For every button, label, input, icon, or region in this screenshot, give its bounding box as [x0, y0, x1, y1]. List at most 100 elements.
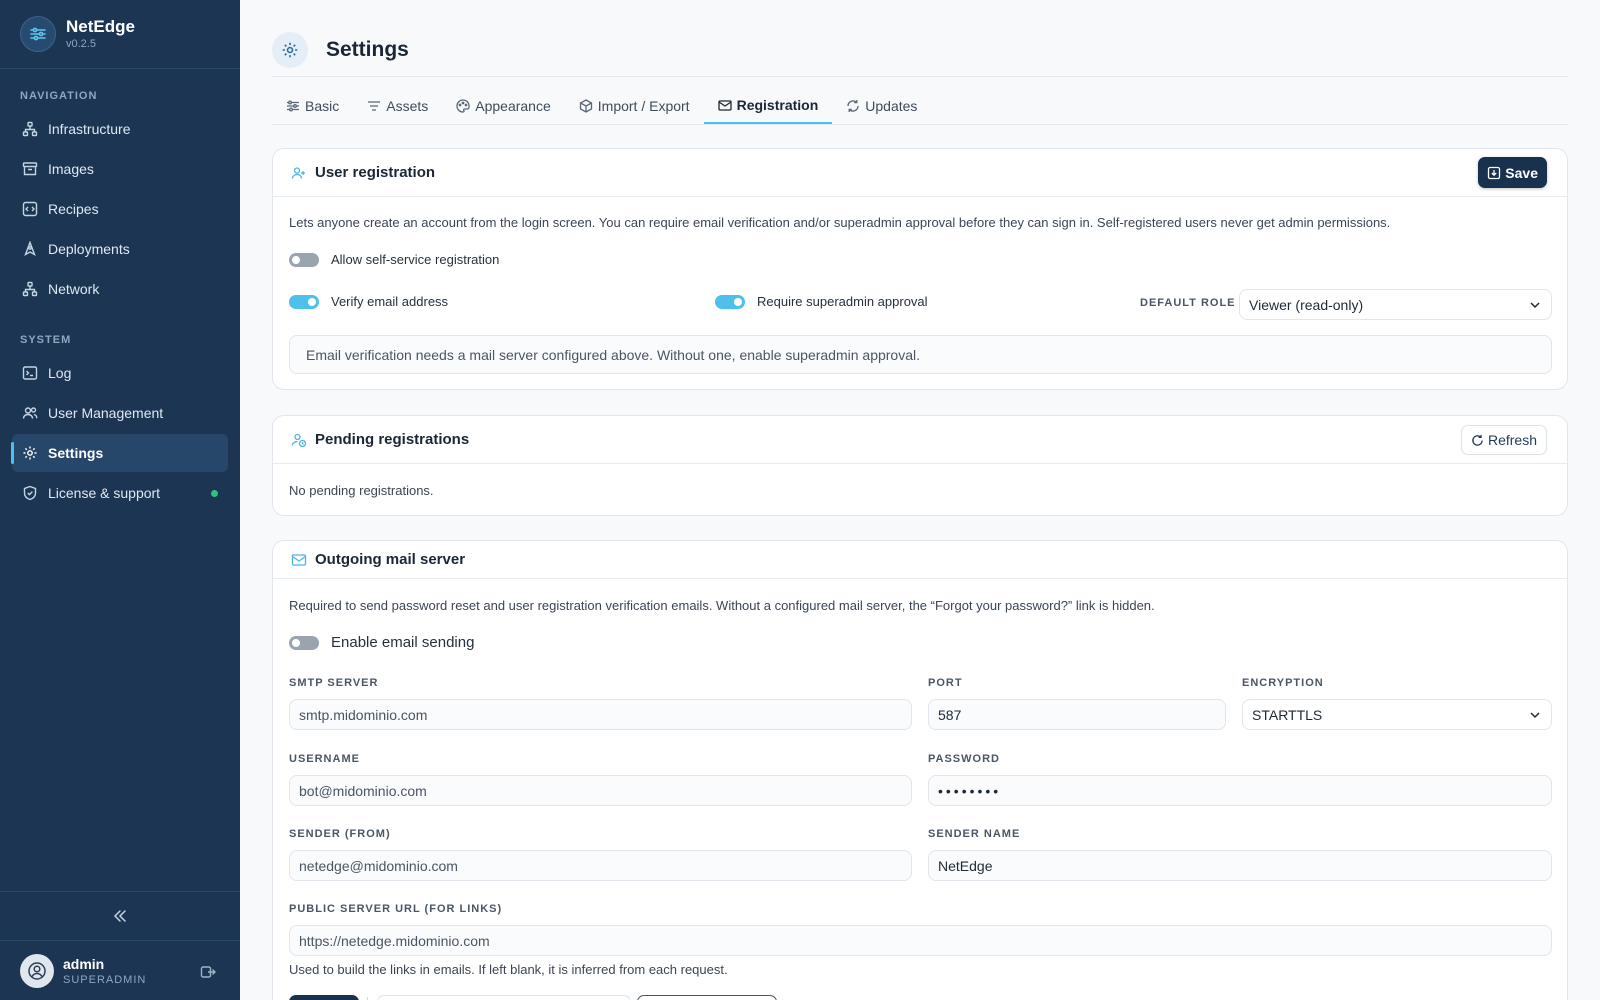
card-title: User registration: [315, 164, 436, 181]
terminal-icon: [22, 366, 38, 380]
refresh-button-label: Refresh: [1487, 432, 1537, 448]
sidebar-item-images[interactable]: Images: [12, 150, 228, 188]
encryption-select[interactable]: STARTTLS: [1242, 699, 1552, 730]
tab-assets[interactable]: Assets: [353, 88, 442, 124]
sidebar-item-deployments[interactable]: Deployments: [12, 230, 228, 268]
package-icon: [579, 99, 592, 113]
archive-icon: [22, 162, 38, 176]
sidebar-item-network[interactable]: Network: [12, 270, 228, 308]
sidebar-item-recipes[interactable]: Recipes: [12, 190, 228, 228]
sender-from-input[interactable]: netedge@midominio.com: [289, 850, 912, 881]
tab-registration[interactable]: Registration: [703, 88, 833, 124]
username-input[interactable]: bot@midominio.com: [289, 775, 912, 806]
tab-appearance[interactable]: Appearance: [442, 88, 565, 124]
settings-gear-icon: [272, 32, 308, 68]
mail-save-button[interactable]: [289, 995, 359, 1000]
sidebar-item-log[interactable]: Log: [12, 354, 228, 392]
user-icon: [28, 962, 46, 980]
sender-name-input[interactable]: NetEdge: [928, 850, 1552, 881]
save-button-label: Save: [1505, 164, 1538, 181]
default-role-select[interactable]: Viewer (read-only): [1239, 289, 1552, 320]
mail-description: Required to send password reset and user…: [289, 598, 1155, 613]
sidebar: NetEdge v0.2.5 NAVIGATION Infrastructure…: [0, 0, 240, 1000]
port-label: PORT: [928, 677, 963, 689]
mail-icon: [291, 553, 307, 566]
netedge-logo-icon: [20, 16, 56, 52]
superadmin-approval-row: Require superadmin approval: [715, 294, 928, 309]
sidebar-item-label: Deployments: [48, 241, 130, 257]
avatar: [20, 954, 54, 988]
tab-import-export[interactable]: Import / Export: [565, 88, 704, 124]
username-label: USERNAME: [289, 753, 360, 765]
sender-name-label: SENDER NAME: [928, 828, 1021, 840]
verify-email-row: Verify email address: [289, 294, 448, 309]
save-button[interactable]: Save: [1478, 157, 1547, 188]
tab-basic[interactable]: Basic: [272, 88, 353, 124]
smtp-server-label: SMTP SERVER: [289, 677, 379, 689]
sidebar-item-infrastructure[interactable]: Infrastructure: [12, 110, 228, 148]
registration-description: Lets anyone create an account from the l…: [289, 215, 1391, 230]
logout-button[interactable]: [200, 964, 216, 985]
status-online-dot: [211, 490, 218, 497]
tab-updates[interactable]: Updates: [832, 88, 931, 124]
pending-registrations-card: Pending registrations Refresh No pending…: [272, 415, 1568, 516]
default-role-label: DEFAULT ROLE: [1140, 297, 1236, 309]
public-url-help: Used to build the links in emails. If le…: [289, 962, 728, 977]
user-role: SUPERADMIN: [63, 974, 147, 986]
shield-icon: [23, 485, 37, 501]
header-divider: [272, 76, 1568, 77]
chevrons-left-icon: [113, 910, 126, 922]
users-icon: [22, 407, 38, 419]
tab-label: Import / Export: [597, 98, 690, 114]
nav-list-system: Log User Management Settings License & s…: [0, 352, 240, 514]
tab-label: Registration: [736, 97, 819, 113]
default-role-value: Viewer (read-only): [1249, 296, 1364, 313]
verify-email-toggle[interactable]: [289, 294, 319, 309]
mail-server-card: Outgoing mail server Required to send pa…: [272, 540, 1568, 1000]
tab-label: Basic: [305, 98, 340, 114]
allow-registration-row: Allow self-service registration: [289, 252, 499, 267]
superadmin-approval-label: Require superadmin approval: [757, 294, 928, 309]
sidebar-item-license-support[interactable]: License & support: [12, 474, 228, 512]
allow-registration-label: Allow self-service registration: [331, 252, 500, 267]
password-label: PASSWORD: [928, 753, 1000, 765]
refresh-icon: [1472, 434, 1483, 446]
sidebar-item-user-management[interactable]: User Management: [12, 394, 228, 432]
tab-label: Appearance: [475, 98, 551, 114]
tab-label: Assets: [386, 98, 429, 114]
sidebar-item-label: Log: [48, 365, 72, 381]
network-icon: [22, 281, 38, 297]
test-email-input[interactable]: [377, 995, 631, 1000]
sidebar-item-label: Images: [48, 161, 94, 177]
app-name: NetEdge: [66, 17, 135, 36]
sidebar-collapse-button[interactable]: [0, 891, 240, 941]
app-version: v0.2.5: [66, 38, 96, 50]
main-content: Settings Basic Assets Appearance Import …: [240, 0, 1600, 1000]
smtp-server-input[interactable]: smtp.midominio.com: [289, 699, 912, 730]
card-title: Outgoing mail server: [315, 551, 466, 568]
password-input[interactable]: ••••••••: [928, 775, 1552, 806]
user-profile[interactable]: admin SUPERADMIN: [0, 942, 240, 1000]
sidebar-item-settings[interactable]: Settings: [11, 434, 228, 472]
refresh-icon: [847, 100, 859, 112]
logout-icon: [200, 966, 216, 978]
user-clock-icon: [291, 433, 307, 447]
settings-tabs: Basic Assets Appearance Import / Export …: [272, 88, 1568, 125]
brand[interactable]: NetEdge v0.2.5: [0, 0, 240, 69]
enable-email-toggle[interactable]: [289, 635, 319, 650]
card-header: User registration Save: [273, 149, 1567, 197]
chevron-down-icon: [1530, 711, 1540, 718]
refresh-button[interactable]: Refresh: [1460, 425, 1547, 455]
public-url-input[interactable]: https://netedge.midominio.com: [289, 925, 1552, 956]
send-test-button[interactable]: [637, 995, 777, 1000]
sidebar-item-label: Network: [48, 281, 100, 297]
superadmin-approval-toggle[interactable]: [715, 294, 745, 309]
pending-empty-text: No pending registrations.: [289, 483, 434, 498]
public-url-label: PUBLIC SERVER URL (FOR LINKS): [289, 903, 503, 915]
nav-list-navigation: Infrastructure Images Recipes Deployment…: [0, 108, 240, 310]
port-input[interactable]: 587: [928, 699, 1226, 730]
verify-email-label: Verify email address: [331, 294, 449, 309]
nav-section-navigation: NAVIGATION: [20, 90, 98, 102]
allow-registration-toggle[interactable]: [289, 252, 319, 267]
chevron-down-icon: [1530, 301, 1540, 308]
